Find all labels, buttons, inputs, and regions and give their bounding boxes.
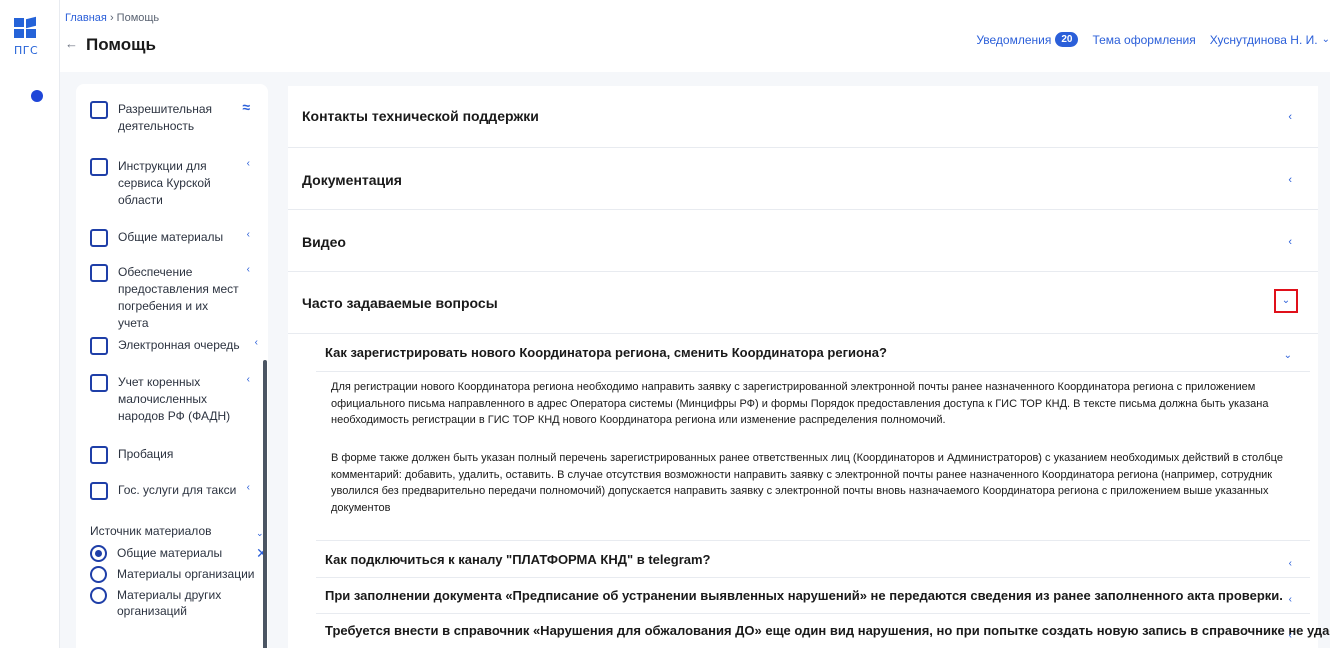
filter-category[interactable]: Общие материалы ‹: [90, 229, 260, 247]
filter-category-label: Учет коренных малочисленных народов РФ (…: [118, 375, 231, 423]
accordion-section-expanded[interactable]: Часто задаваемые вопросы ⌄: [288, 272, 1318, 334]
checkbox[interactable]: [90, 374, 108, 392]
page-title: Помощь: [86, 35, 156, 54]
filter-category-label: Пробация: [118, 447, 174, 461]
filter-category-label: Инструкции для сервиса Курской области: [118, 159, 211, 207]
logo-square-icon: [26, 29, 36, 38]
faq-question[interactable]: При заполнении документа «Предписание об…: [288, 577, 1318, 613]
back-arrow-icon[interactable]: ←: [65, 36, 78, 51]
checkbox[interactable]: [90, 446, 108, 464]
notifications-link[interactable]: Уведомления: [976, 33, 1051, 47]
filter-category[interactable]: Инструкции для сервиса Курской области ‹: [90, 158, 260, 209]
double-chevron-up-icon[interactable]: ≈: [242, 99, 250, 115]
logo-square-icon: [14, 18, 24, 27]
faq-question[interactable]: Как подключиться к каналу "ПЛАТФОРМА КНД…: [288, 541, 1318, 577]
filter-category[interactable]: Электронная очередь ‹: [90, 337, 260, 355]
source-option-label: Общие материалы: [117, 546, 223, 560]
chevron-left-icon[interactable]: ‹: [247, 482, 250, 493]
accordion-section[interactable]: Документация ‹: [288, 148, 1318, 210]
accordion-section[interactable]: Видео ‹: [288, 210, 1318, 272]
faq-question-title[interactable]: Требуется внести в справочник «Нарушения…: [325, 623, 1330, 638]
filter-panel: Разрешительная деятельность ≈ Инструкции…: [76, 84, 268, 648]
filter-category-label: Общие материалы: [118, 230, 224, 244]
faq-question-title[interactable]: Как зарегистрировать нового Координатора…: [325, 345, 1275, 360]
radio-button[interactable]: [90, 545, 107, 562]
filter-category-label: Электронная очередь: [118, 338, 240, 352]
chevron-left-icon[interactable]: ‹: [247, 229, 250, 240]
chevron-left-icon[interactable]: ‹: [255, 337, 258, 348]
section-title[interactable]: Видео: [302, 234, 346, 250]
chevron-left-icon[interactable]: ‹: [1288, 236, 1292, 248]
filter-category[interactable]: Пробация: [90, 446, 260, 464]
source-option-label: Материалы организации: [117, 567, 255, 581]
checkbox[interactable]: [90, 264, 108, 282]
filter-category-label: Гос. услуги для такси: [118, 483, 237, 497]
page-header: Главная › Помощь ← Помощь Уведомления 20…: [60, 0, 1330, 72]
chevron-left-icon[interactable]: ‹: [1288, 174, 1292, 186]
checkbox[interactable]: [90, 337, 108, 355]
filter-category[interactable]: Гос. услуги для такси ‹: [90, 482, 260, 500]
filter-category-label: Обеспечение предоставления мест погребен…: [118, 265, 239, 330]
chevron-left-icon[interactable]: ‹: [1289, 630, 1292, 641]
source-option-label: Материалы других организаций: [117, 588, 222, 618]
chevron-left-icon[interactable]: ‹: [247, 374, 250, 385]
notifications-count-badge[interactable]: 20: [1055, 32, 1079, 47]
user-menu-name[interactable]: Хуснутдинова Н. И.: [1210, 33, 1318, 47]
radio-button[interactable]: [90, 566, 107, 583]
checkbox[interactable]: [90, 482, 108, 500]
header-actions: Уведомления 20 Тема оформления Хуснутдин…: [976, 32, 1330, 47]
radio-button[interactable]: [90, 587, 107, 604]
faq-question-title[interactable]: Как подключиться к каналу "ПЛАТФОРМА КНД…: [325, 552, 1275, 567]
source-option[interactable]: Материалы организации: [90, 566, 267, 583]
checkbox[interactable]: [90, 229, 108, 247]
section-title[interactable]: Документация: [302, 172, 402, 188]
theme-link[interactable]: Тема оформления: [1092, 33, 1195, 47]
logo-square-icon: [14, 29, 24, 38]
logo-text: ПГС: [14, 44, 39, 57]
filter-scrollbar[interactable]: [263, 360, 267, 648]
chevron-down-icon[interactable]: ⌄: [1284, 350, 1292, 361]
app-logo[interactable]: ПГС: [14, 16, 48, 58]
user-menu-chevron-icon[interactable]: ⌄: [1322, 34, 1330, 45]
filter-category-label: Разрешительная деятельность: [118, 102, 213, 133]
checkbox[interactable]: [90, 101, 108, 119]
faq-question-title[interactable]: При заполнении документа «Предписание об…: [325, 588, 1283, 603]
rail-nav-dot-icon[interactable]: [31, 90, 43, 102]
logo-square-icon: [26, 16, 36, 29]
source-filter-title: Источник материалов: [90, 524, 212, 538]
breadcrumb-home-link[interactable]: Главная: [65, 12, 107, 24]
accordion-section[interactable]: Контакты технической поддержки ‹: [288, 86, 1318, 148]
chevron-left-icon[interactable]: ‹: [1288, 111, 1292, 123]
filter-category[interactable]: Обеспечение предоставления мест погребен…: [90, 264, 260, 332]
help-content: Контакты технической поддержки ‹ Докумен…: [288, 86, 1330, 648]
faq-question[interactable]: Требуется внести в справочник «Нарушения…: [288, 613, 1330, 648]
app-rail: ПГС: [0, 0, 60, 648]
source-option[interactable]: Материалы других организаций: [90, 587, 243, 619]
chevron-left-icon[interactable]: ‹: [247, 158, 250, 169]
chevron-left-icon[interactable]: ‹: [1289, 558, 1292, 569]
faq-question[interactable]: Как зарегистрировать нового Координатора…: [288, 334, 1318, 370]
breadcrumb: Главная › Помощь: [65, 12, 159, 24]
source-option[interactable]: Общие материалы ✕: [90, 545, 268, 562]
breadcrumb-separator: ›: [109, 12, 114, 24]
section-title[interactable]: Часто задаваемые вопросы: [302, 295, 498, 311]
chevron-down-icon[interactable]: ⌄: [1274, 289, 1298, 313]
section-title[interactable]: Контакты технической поддержки: [302, 108, 539, 124]
faq-answer-paragraph: В форме также должен быть указан полный …: [331, 452, 1283, 514]
filter-category[interactable]: Учет коренных малочисленных народов РФ (…: [90, 374, 260, 425]
chevron-left-icon[interactable]: ‹: [1289, 594, 1292, 605]
faq-answer-paragraph: Для регистрации нового Координатора реги…: [331, 381, 1269, 426]
chevron-left-icon[interactable]: ‹: [247, 264, 250, 275]
filter-category[interactable]: Разрешительная деятельность ≈: [90, 99, 260, 135]
divider: [316, 371, 1310, 372]
breadcrumb-current: Помощь: [116, 12, 160, 24]
checkbox[interactable]: [90, 158, 108, 176]
